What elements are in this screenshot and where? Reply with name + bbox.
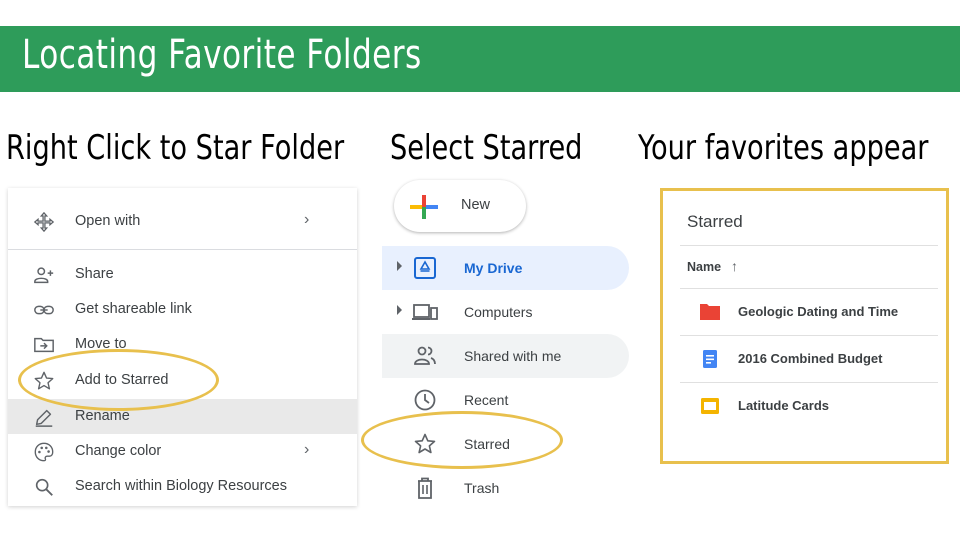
nav-item-label: Recent <box>464 392 509 408</box>
open-with-icon <box>33 211 55 233</box>
menu-item-share[interactable]: Share <box>8 257 357 292</box>
nav-item-label: Computers <box>464 304 533 320</box>
palette-icon <box>34 442 54 462</box>
move-to-folder-icon <box>34 337 54 353</box>
computers-icon <box>412 304 438 320</box>
nav-item-trash[interactable]: Trash <box>382 466 629 510</box>
heading-step-2: Select Starred <box>390 128 583 168</box>
chevron-right-icon: › <box>304 211 310 228</box>
new-button[interactable]: New <box>394 180 526 232</box>
plus-icon <box>410 195 438 219</box>
search-icon <box>35 478 53 496</box>
nav-item-label: Starred <box>464 436 510 452</box>
person-add-icon <box>34 267 54 284</box>
starred-panel-title: Starred <box>687 212 743 231</box>
menu-item-label: Rename <box>75 408 130 424</box>
chevron-right-icon: › <box>304 441 310 458</box>
menu-item-label: Add to Starred <box>75 372 169 388</box>
menu-divider <box>8 249 357 250</box>
slide-title: Locating Favorite Folders <box>22 32 422 78</box>
heading-step-1: Right Click to Star Folder <box>6 128 345 168</box>
nav-item-label: My Drive <box>464 260 523 276</box>
link-icon <box>34 305 54 315</box>
menu-item-rename[interactable]: Rename <box>8 399 357 434</box>
star-outline-icon <box>414 433 436 454</box>
file-name: 2016 Combined Budget <box>738 351 883 366</box>
star-outline-icon <box>34 371 54 390</box>
menu-item-search-within[interactable]: Search within Biology Resources <box>8 469 357 504</box>
nav-item-recent[interactable]: Recent <box>382 378 629 422</box>
nav-item-label: Shared with me <box>464 348 562 364</box>
menu-item-get-link[interactable]: Get shareable link <box>8 292 357 327</box>
trash-icon <box>418 477 432 499</box>
menu-item-label: Search within Biology Resources <box>75 478 287 494</box>
sort-ascending-icon[interactable]: ↑ <box>731 258 738 274</box>
starred-panel: Starred Name ↑ Geologic Dating and Time … <box>660 188 949 464</box>
heading-step-3: Your favorites appear <box>638 128 929 168</box>
file-row-geologic-dating[interactable]: Geologic Dating and Time <box>680 288 938 335</box>
menu-item-change-color[interactable]: Change color › <box>8 434 357 469</box>
nav-item-shared-with-me[interactable]: Shared with me <box>382 334 629 378</box>
expand-arrow-icon[interactable] <box>397 305 402 315</box>
panel-divider <box>680 245 938 246</box>
nav-item-starred[interactable]: Starred <box>382 422 629 466</box>
nav-item-label: Trash <box>464 480 500 496</box>
slide-title-bar: Locating Favorite Folders <box>0 26 960 92</box>
menu-item-label: Change color <box>75 443 162 459</box>
menu-item-label: Share <box>75 266 114 282</box>
expand-arrow-icon[interactable] <box>397 261 402 271</box>
menu-item-label: Move to <box>75 336 127 352</box>
menu-item-label: Get shareable link <box>75 301 192 317</box>
name-column-header[interactable]: Name <box>687 260 721 274</box>
new-button-label: New <box>461 197 491 213</box>
shared-people-icon <box>414 346 436 365</box>
folder-red-icon <box>700 304 720 320</box>
menu-item-add-to-starred[interactable]: Add to Starred <box>8 363 357 398</box>
nav-item-my-drive[interactable]: My Drive <box>382 246 629 290</box>
menu-item-label: Open with <box>75 213 141 229</box>
clock-icon <box>414 389 436 411</box>
drive-icon <box>414 257 436 279</box>
file-name: Geologic Dating and Time <box>738 304 899 319</box>
pencil-icon <box>35 409 53 427</box>
context-menu: Open with › Share Get shareable link Mov… <box>8 188 357 506</box>
menu-item-move-to[interactable]: Move to <box>8 327 357 362</box>
google-slides-icon <box>701 398 719 414</box>
nav-item-computers[interactable]: Computers <box>382 290 629 334</box>
file-name: Latitude Cards <box>738 398 830 413</box>
file-row-latitude-cards[interactable]: Latitude Cards <box>680 382 938 429</box>
google-docs-icon <box>703 350 717 368</box>
menu-item-open-with[interactable]: Open with › <box>8 204 357 239</box>
file-row-combined-budget[interactable]: 2016 Combined Budget <box>680 335 938 382</box>
